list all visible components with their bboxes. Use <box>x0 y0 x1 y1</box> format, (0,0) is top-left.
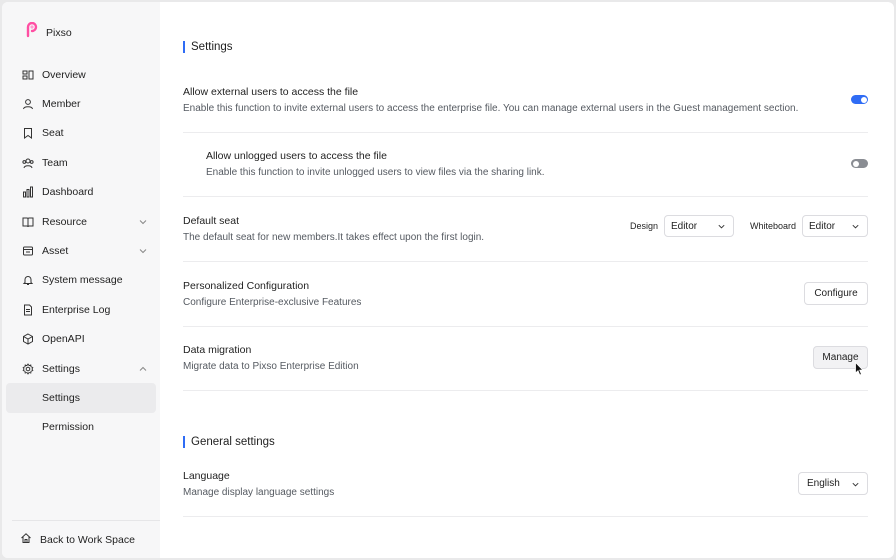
app-window: Pixso Overview Member Seat Team Dashboar… <box>2 2 894 558</box>
unlogged-users-row: Allow unlogged users to access the file … <box>183 150 868 197</box>
chevron-down-icon[interactable] <box>138 246 148 256</box>
sidebar-item-overview[interactable]: Overview <box>2 60 160 89</box>
section-title-text: General settings <box>191 436 275 448</box>
unlogged-users-desc: Enable this function to invite unlogged … <box>206 167 545 178</box>
sidebar-item-label: Overview <box>42 68 86 81</box>
sidebar-item-label: Dashboard <box>42 186 94 199</box>
chevron-down-icon[interactable] <box>138 217 148 227</box>
language-desc: Manage display language settings <box>183 487 335 498</box>
configure-button[interactable]: Configure <box>804 282 868 305</box>
sidebar-item-openapi[interactable]: OpenAPI <box>2 325 160 354</box>
overview-icon <box>22 69 34 81</box>
team-icon <box>22 157 34 169</box>
language-value: English <box>807 478 840 489</box>
sidebar-subitem-permission[interactable]: Permission <box>2 413 160 442</box>
bookmark-icon <box>22 127 34 140</box>
sidebar-item-label: Seat <box>42 127 64 140</box>
language-row: Language Manage display language setting… <box>183 470 868 517</box>
design-label: Design <box>629 221 658 231</box>
chevron-down-icon <box>851 480 860 492</box>
section-title-text: Settings <box>191 41 233 53</box>
sidebar-divider <box>12 520 160 521</box>
sidebar-item-label: System message <box>42 274 123 287</box>
cube-icon <box>22 333 34 345</box>
gear-icon <box>22 362 34 375</box>
sidebar-item-resource[interactable]: Resource <box>2 207 160 236</box>
unlogged-users-title: Allow unlogged users to access the file <box>206 150 387 162</box>
sidebar-nav: Overview Member Seat Team Dashboard Reso… <box>2 60 160 442</box>
back-label: Back to Work Space <box>40 533 135 546</box>
whiteboard-seat-value: Editor <box>809 220 836 232</box>
external-users-title: Allow external users to access the file <box>183 86 359 98</box>
mouse-cursor-icon <box>855 361 864 381</box>
sidebar-item-seat[interactable]: Seat <box>2 119 160 148</box>
pixso-logo-icon <box>24 21 40 43</box>
back-to-workspace-link[interactable]: Back to Work Space <box>20 532 135 547</box>
section-accent-bar <box>183 436 185 448</box>
user-icon <box>22 98 34 110</box>
external-users-desc: Enable this function to invite external … <box>183 103 799 114</box>
general-section-title: General settings <box>183 436 275 448</box>
sidebar-item-label: Enterprise Log <box>42 303 111 316</box>
sidebar: Pixso Overview Member Seat Team Dashboar… <box>2 2 160 558</box>
sidebar-item-label: OpenAPI <box>42 333 85 346</box>
chevron-down-icon <box>851 222 860 234</box>
section-accent-bar <box>183 41 185 53</box>
sidebar-item-label: Resource <box>42 215 87 228</box>
sidebar-item-member[interactable]: Member <box>2 89 160 118</box>
personalized-config-title: Personalized Configuration <box>183 280 310 292</box>
sidebar-item-settings[interactable]: Settings <box>2 354 160 383</box>
personalized-config-row: Personalized Configuration Configure Ent… <box>183 280 868 327</box>
data-migration-desc: Migrate data to Pixso Enterprise Edition <box>183 361 359 372</box>
document-icon <box>22 304 34 316</box>
toggle-knob <box>860 96 867 103</box>
asset-icon <box>22 245 34 257</box>
sidebar-item-label: Team <box>42 156 68 169</box>
sidebar-item-system-message[interactable]: System message <box>2 266 160 295</box>
chevron-down-icon <box>717 222 726 234</box>
sidebar-item-label: Member <box>42 98 81 111</box>
sidebar-item-label: Settings <box>42 391 80 404</box>
data-migration-row: Data migration Migrate data to Pixso Ent… <box>183 344 868 391</box>
unlogged-users-toggle[interactable] <box>851 159 868 168</box>
home-icon <box>20 532 32 547</box>
whiteboard-label: Whiteboard <box>749 221 796 231</box>
sidebar-item-dashboard[interactable]: Dashboard <box>2 178 160 207</box>
bell-icon <box>22 274 34 286</box>
data-migration-title: Data migration <box>183 344 252 356</box>
seat-controls: Design Editor Whiteboard Editor <box>630 215 868 237</box>
design-seat-value: Editor <box>670 220 698 232</box>
sidebar-item-label: Permission <box>42 421 94 434</box>
logo[interactable]: Pixso <box>24 21 72 43</box>
personalized-config-desc: Configure Enterprise-exclusive Features <box>183 297 362 308</box>
sidebar-item-label: Asset <box>42 245 69 258</box>
sidebar-item-asset[interactable]: Asset <box>2 236 160 265</box>
chevron-up-icon[interactable] <box>138 364 148 374</box>
main-content: Settings Allow external users to access … <box>160 2 894 558</box>
external-users-row: Allow external users to access the file … <box>183 86 868 133</box>
sidebar-item-label: Settings <box>42 362 80 375</box>
design-seat-select[interactable]: Editor <box>663 215 734 237</box>
settings-section-title: Settings <box>183 41 233 53</box>
sidebar-item-enterprise-log[interactable]: Enterprise Log <box>2 295 160 324</box>
whiteboard-seat-select[interactable]: Editor <box>802 215 868 237</box>
bar-chart-icon <box>22 186 34 198</box>
language-title: Language <box>183 470 230 482</box>
app-name: Pixso <box>46 26 72 39</box>
book-icon <box>22 216 34 228</box>
sidebar-subitem-settings[interactable]: Settings <box>6 383 156 413</box>
language-select[interactable]: English <box>798 472 868 495</box>
external-users-toggle[interactable] <box>851 95 868 104</box>
toggle-knob <box>852 160 859 167</box>
default-seat-row: Default seat The default seat for new me… <box>183 215 868 262</box>
sidebar-item-team[interactable]: Team <box>2 148 160 177</box>
